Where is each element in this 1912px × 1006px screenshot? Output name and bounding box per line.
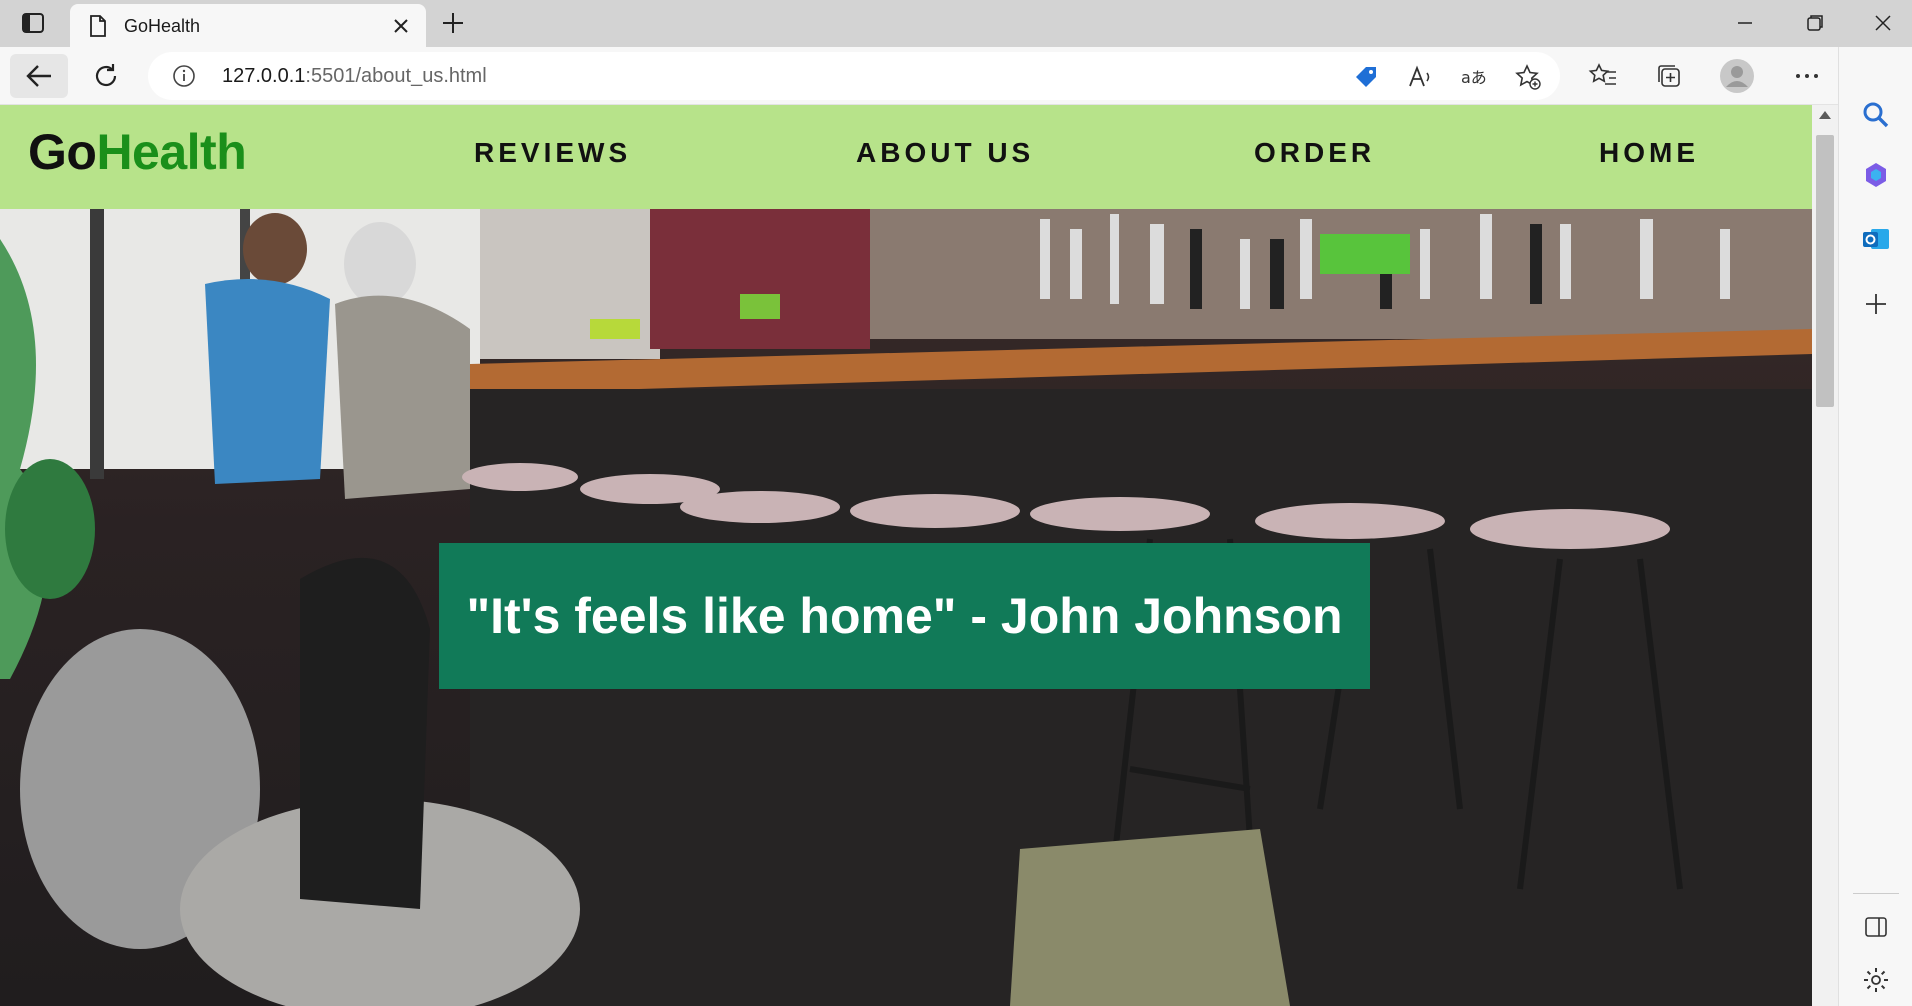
site-logo[interactable]: GoHealth bbox=[28, 123, 247, 181]
page-viewport: GoHealth REVIEWS ABOUT US ORDER HOME "It… bbox=[0, 105, 1812, 1006]
reload-icon[interactable] bbox=[88, 58, 124, 94]
more-options-icon[interactable] bbox=[1789, 58, 1825, 94]
favorites-icon[interactable] bbox=[1585, 58, 1621, 94]
scroll-thumb[interactable] bbox=[1816, 135, 1834, 407]
restore-icon[interactable] bbox=[1800, 8, 1830, 38]
edge-sidebar bbox=[1838, 47, 1912, 1006]
address-bar[interactable]: 127.0.0.1:5501/about_us.html aあ bbox=[148, 52, 1560, 100]
sidebar-divider bbox=[1853, 893, 1899, 894]
nav-link-reviews[interactable]: REVIEWS bbox=[474, 137, 631, 169]
browser-tab[interactable]: GoHealth bbox=[70, 4, 426, 47]
tab-actions-icon[interactable] bbox=[20, 10, 46, 36]
url-text[interactable]: 127.0.0.1:5501/about_us.html bbox=[222, 65, 487, 88]
nav-link-home[interactable]: HOME bbox=[1599, 137, 1699, 169]
shopping-tag-icon[interactable] bbox=[1352, 63, 1380, 91]
quote-banner: "It's feels like home" - John Johnson bbox=[439, 543, 1370, 689]
search-icon[interactable] bbox=[1861, 100, 1891, 130]
new-tab-icon[interactable] bbox=[440, 10, 466, 36]
page-icon bbox=[88, 15, 108, 37]
scroll-up-arrow-icon[interactable] bbox=[1819, 111, 1831, 119]
nav-link-order[interactable]: ORDER bbox=[1254, 137, 1375, 169]
svg-text:aあ: aあ bbox=[1461, 68, 1487, 87]
copilot-icon[interactable] bbox=[1861, 160, 1891, 190]
add-icon[interactable] bbox=[1861, 289, 1891, 319]
testimonial-quote: "It's feels like home" - John Johnson bbox=[466, 588, 1343, 644]
collections-icon[interactable] bbox=[1651, 58, 1687, 94]
nav-link-about-us[interactable]: ABOUT US bbox=[856, 137, 1034, 169]
close-icon[interactable] bbox=[390, 15, 412, 37]
add-favorite-icon[interactable] bbox=[1514, 63, 1542, 91]
tab-title: GoHealth bbox=[124, 16, 201, 36]
profile-avatar-icon[interactable] bbox=[1719, 58, 1755, 94]
site-navbar: GoHealth REVIEWS ABOUT US ORDER HOME bbox=[0, 105, 1812, 209]
tab-bar: GoHealth bbox=[0, 0, 1912, 47]
hide-sidebar-icon[interactable] bbox=[1861, 912, 1891, 942]
site-info-icon[interactable] bbox=[172, 64, 196, 88]
vertical-scrollbar[interactable] bbox=[1812, 105, 1838, 1006]
settings-gear-icon[interactable] bbox=[1861, 965, 1891, 995]
minimize-icon[interactable] bbox=[1730, 8, 1760, 38]
window-close-icon[interactable] bbox=[1868, 8, 1898, 38]
read-aloud-icon[interactable] bbox=[1406, 63, 1434, 91]
back-icon[interactable] bbox=[10, 54, 68, 98]
translate-icon[interactable]: aあ bbox=[1460, 63, 1488, 91]
browser-toolbar: 127.0.0.1:5501/about_us.html aあ bbox=[0, 47, 1912, 105]
outlook-icon[interactable] bbox=[1861, 224, 1891, 254]
